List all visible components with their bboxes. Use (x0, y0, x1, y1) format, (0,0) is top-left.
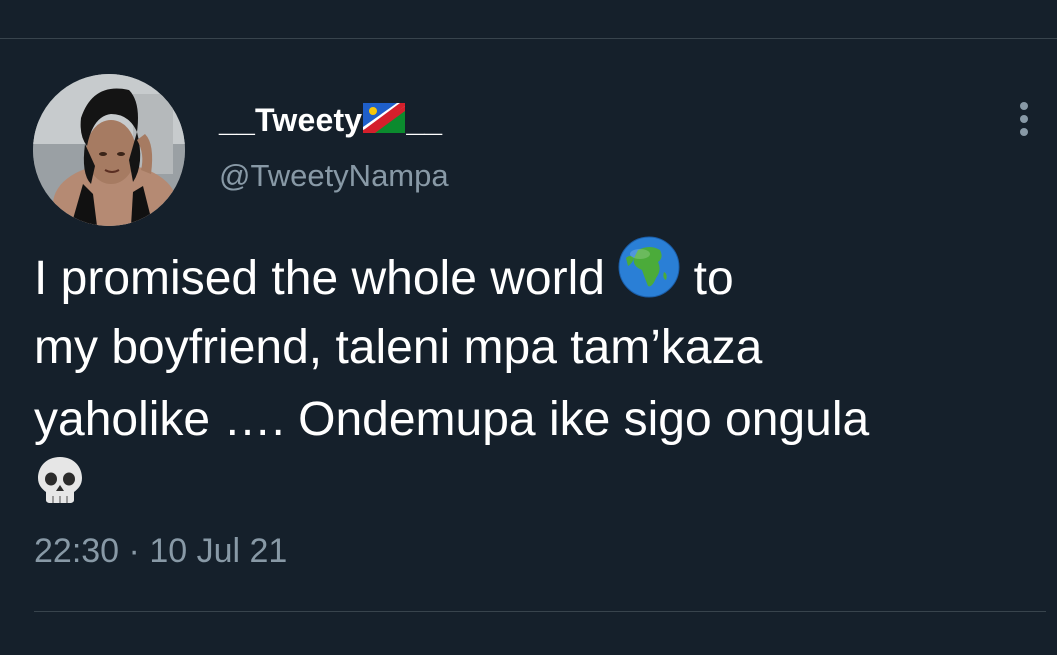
globe-africa-icon (618, 236, 680, 319)
tweet-line-1: I promised the whole world to (34, 236, 1024, 312)
author-username[interactable]: @TweetyNampa (219, 158, 449, 194)
tweet-text: I promised the whole world to my boyfrie… (34, 236, 1024, 528)
more-dot-icon (1020, 128, 1028, 136)
more-dot-icon (1020, 115, 1028, 123)
tweet-date: 10 Jul 21 (149, 532, 288, 570)
author-display-name[interactable]: __Tweety __ (219, 98, 442, 142)
tweet-text-segment: to (693, 252, 734, 306)
tweet-timestamp[interactable]: 22:30 · 10 Jul 21 (34, 532, 287, 571)
namibia-flag-icon (363, 103, 406, 141)
top-divider (0, 38, 1057, 39)
bottom-divider (34, 611, 1046, 612)
tweet-line-3: yaholike …. Ondemupa ike sigo ongula (34, 393, 870, 446)
display-name-suffix: __ (406, 101, 443, 138)
tweet-text-segment: I promised the whole world (34, 252, 605, 306)
more-options-button[interactable] (1006, 98, 1042, 140)
author-avatar[interactable] (33, 74, 185, 226)
tweet-line-2: my boyfriend, taleni mpa tam’kaza (34, 321, 763, 374)
skull-icon (34, 454, 86, 527)
timestamp-separator: · (128, 532, 140, 570)
tweet-line-4 (34, 456, 1024, 528)
display-name-prefix: __Tweety (219, 101, 363, 138)
tweet-time: 22:30 (34, 532, 120, 570)
more-dot-icon (1020, 102, 1028, 110)
avatar-photo (33, 74, 185, 226)
